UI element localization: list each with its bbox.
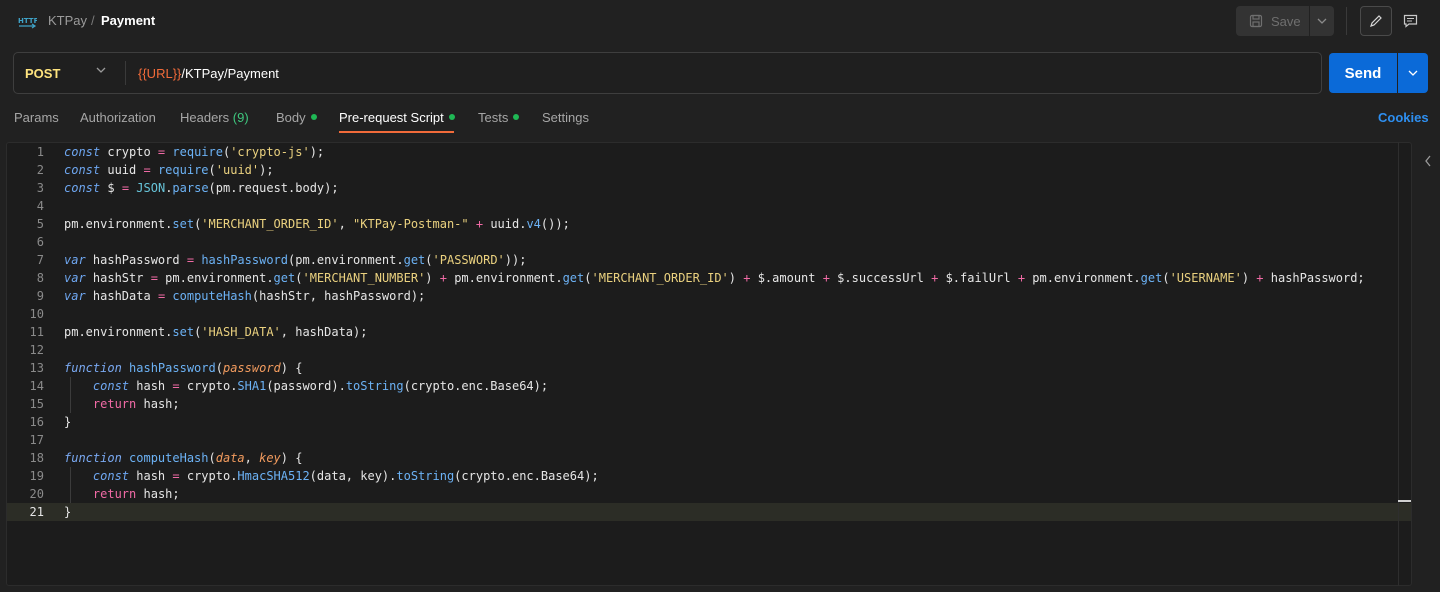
chevron-left-icon[interactable] (1424, 155, 1432, 167)
request-tabs: Params Authorization Headers (9) Body Pr… (0, 100, 1440, 134)
code-line: 16} (29, 415, 72, 429)
save-button-group: Save (1236, 6, 1334, 36)
code-line: 19 const hash = crypto.HmacSHA512(data, … (29, 469, 599, 483)
code-line: 12 (29, 343, 44, 357)
chevron-down-icon (1317, 18, 1327, 24)
tab-params[interactable]: Params (14, 110, 59, 125)
tab-pre-request-script[interactable]: Pre-request Script (339, 110, 455, 125)
code-line: 7 var hashPassword = hashPassword(pm.envi… (36, 253, 527, 267)
url-divider (125, 61, 126, 85)
code-line: 5 pm.environment.set('MERCHANT_ORDER_ID',… (36, 217, 570, 231)
code-line: 14 const hash = crypto.SHA1(password).to… (29, 379, 549, 393)
script-editor[interactable]: 1 const crypto = require('crypto-js'); 2c… (6, 142, 1412, 586)
send-options-button[interactable] (1398, 53, 1428, 93)
pencil-icon (1370, 15, 1382, 27)
edit-button[interactable] (1360, 6, 1392, 36)
code-line: 11 pm.environment.set('HASH_DATA', hashDa… (29, 325, 368, 339)
save-icon (1249, 14, 1263, 28)
tab-authorization[interactable]: Authorization (80, 110, 156, 125)
tests-status-dot (513, 114, 520, 120)
code-line: 15 return hash; (29, 397, 180, 411)
breadcrumb-parent[interactable]: KTPay (48, 13, 87, 29)
url-bar: POST {{URL}}/KTPay/Payment (13, 52, 1322, 94)
body-status-dot (310, 114, 317, 120)
cookies-link[interactable]: Cookies (1378, 110, 1429, 125)
comment-icon (1403, 14, 1417, 28)
active-tab-indicator (339, 131, 454, 133)
tab-headers[interactable]: Headers (9) (180, 110, 249, 125)
code-line: 18 function computeHash(data, key) { (29, 451, 303, 465)
code-line: 8 var hashStr = pm.environment.get('MERCH… (36, 271, 1365, 285)
code-line: 13 function hashPassword(password) { (29, 361, 303, 375)
chevron-down-icon[interactable] (96, 67, 106, 73)
request-header: HTTP KTPay / Payment Save (0, 0, 1440, 42)
breadcrumb-current[interactable]: Payment (101, 13, 155, 29)
editor-scrollbar[interactable] (1398, 142, 1399, 586)
url-variable: {{URL}} (138, 66, 182, 81)
breadcrumb-separator: / (91, 13, 95, 28)
send-button[interactable]: Send (1329, 53, 1397, 93)
url-input[interactable]: {{URL}}/KTPay/Payment (138, 66, 279, 81)
code-line: 2 const uuid = require('uuid'); (36, 163, 274, 177)
code-line: 3 const $ = JSON.parse(pm.request.body); (36, 181, 339, 195)
tab-settings[interactable]: Settings (542, 110, 589, 125)
comments-button[interactable] (1396, 6, 1424, 36)
save-options-button[interactable] (1310, 6, 1334, 36)
url-path: /KTPay/Payment (181, 66, 279, 81)
code-line: 4 (36, 199, 44, 213)
chevron-down-icon (1408, 70, 1418, 76)
code-line: 6 (36, 235, 44, 249)
code-line: 20 return hash; (29, 487, 180, 501)
prerequest-status-dot (448, 114, 455, 120)
tab-tests[interactable]: Tests (478, 110, 520, 125)
headers-count: (9) (232, 110, 249, 125)
tab-body[interactable]: Body (276, 110, 317, 125)
code-line: 17 (29, 433, 44, 447)
http-icon: HTTP (18, 17, 37, 29)
header-divider (1346, 7, 1347, 35)
code-line: 10 (29, 307, 44, 321)
code-line: 9 var hashData = computeHash(hashStr, has… (36, 289, 426, 303)
code-line: 1 const crypto = require('crypto-js'); (36, 145, 325, 159)
save-label: Save (1271, 13, 1301, 29)
code-line-active: 21} (7, 503, 1411, 521)
save-button[interactable]: Save (1236, 6, 1309, 36)
scrollbar-cursor-marker (1398, 500, 1411, 502)
svg-text:HTTP: HTTP (18, 17, 37, 25)
method-select[interactable]: POST (25, 66, 60, 81)
